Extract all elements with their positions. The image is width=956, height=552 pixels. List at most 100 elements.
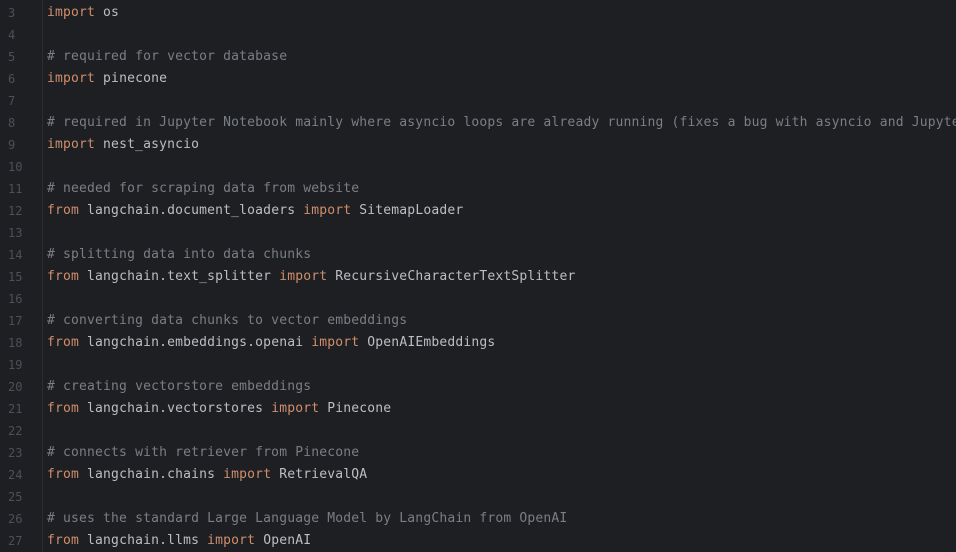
identifier-token: OpenAI <box>255 533 312 548</box>
comment-token: # connects with retriever from Pinecone <box>47 445 360 460</box>
line-code: from langchain.text_splitter import Recu… <box>47 266 575 288</box>
line-number: 22 <box>8 424 23 438</box>
line-number: 5 <box>8 50 16 64</box>
code-line[interactable]: 27 from langchain.llms import OpenAI <box>0 530 956 552</box>
keyword-token: import <box>47 71 96 86</box>
line-number: 25 <box>8 490 23 504</box>
line-code: # uses the standard Large Language Model… <box>47 508 567 530</box>
code-line[interactable]: 9 import nest_asyncio <box>0 134 956 156</box>
line-number: 21 <box>8 402 23 416</box>
identifier-token: SitemapLoader <box>351 203 464 218</box>
line-code: import nest_asyncio <box>47 134 199 156</box>
keyword-token: import <box>47 5 96 20</box>
line-number: 16 <box>8 292 23 306</box>
line-code: # splitting data into data chunks <box>47 244 311 266</box>
identifier-token: langchain.llms <box>79 533 208 548</box>
code-line[interactable]: 3 import os <box>0 2 956 24</box>
code-line[interactable]: 19 <box>0 354 956 376</box>
code-line[interactable]: 26 # uses the standard Large Language Mod… <box>0 508 956 530</box>
keyword-token: from <box>47 401 80 416</box>
line-number: 17 <box>8 314 23 328</box>
keyword-token: import <box>303 203 352 218</box>
line-number: 13 <box>8 226 23 240</box>
identifier-token: RetrievalQA <box>271 467 368 482</box>
line-number: 24 <box>8 468 23 482</box>
line-number: 19 <box>8 358 23 372</box>
keyword-token: from <box>47 203 80 218</box>
keyword-token: from <box>47 269 80 284</box>
line-number: 4 <box>8 28 16 42</box>
code-line[interactable]: 6 import pinecone <box>0 68 956 90</box>
code-line[interactable]: 18 from langchain.embeddings.openai impor… <box>0 332 956 354</box>
identifier-token: RecursiveCharacterTextSplitter <box>327 269 576 284</box>
code-line[interactable]: 13 <box>0 222 956 244</box>
identifier-token: os <box>95 5 120 20</box>
comment-token: # creating vectorstore embeddings <box>47 379 312 394</box>
keyword-token: import <box>279 269 328 284</box>
code-line[interactable]: 22 <box>0 420 956 442</box>
keyword-token: import <box>271 401 320 416</box>
keyword-token: from <box>47 533 80 548</box>
code-line[interactable]: 17 # converting data chunks to vector emb… <box>0 310 956 332</box>
line-code: # connects with retriever from Pinecone <box>47 442 359 464</box>
line-number: 23 <box>8 446 23 460</box>
code-line[interactable]: 8 # required in Jupyter Notebook mainly w… <box>0 112 956 134</box>
code-line[interactable]: 7 <box>0 90 956 112</box>
keyword-token: from <box>47 467 80 482</box>
line-code: # required for vector database <box>47 46 287 68</box>
keyword-token: import <box>311 335 360 350</box>
line-code: from langchain.llms import OpenAI <box>47 530 311 552</box>
line-code: import os <box>47 2 119 24</box>
code-line[interactable]: 23 # connects with retriever from Pinecon… <box>0 442 956 464</box>
code-line[interactable]: 24 from langchain.chains import Retrieval… <box>0 464 956 486</box>
keyword-token: import <box>223 467 272 482</box>
keyword-token: import <box>207 533 256 548</box>
line-number: 6 <box>8 72 16 86</box>
line-code: # converting data chunks to vector embed… <box>47 310 407 332</box>
identifier-token: Pinecone <box>319 401 392 416</box>
line-number: 8 <box>8 116 16 130</box>
identifier-token: langchain.embeddings.openai <box>79 335 312 350</box>
code-line[interactable]: 10 <box>0 156 956 178</box>
line-code: # creating vectorstore embeddings <box>47 376 311 398</box>
code-line[interactable]: 11 # needed for scraping data from websit… <box>0 178 956 200</box>
line-code: # needed for scraping data from website <box>47 178 359 200</box>
code-editor[interactable]: 3 import os 4 5 # required for vector databa… <box>0 0 956 552</box>
identifier-token: langchain.vectorstores <box>79 401 272 416</box>
code-line[interactable]: 14 # splitting data into data chunks <box>0 244 956 266</box>
keyword-token: from <box>47 335 80 350</box>
line-number: 12 <box>8 204 23 218</box>
code-line[interactable]: 5 # required for vector database <box>0 46 956 68</box>
line-number: 3 <box>8 6 16 20</box>
line-number: 26 <box>8 512 23 526</box>
line-code: import pinecone <box>47 68 167 90</box>
code-line[interactable]: 20 # creating vectorstore embeddings <box>0 376 956 398</box>
line-number: 7 <box>8 94 16 108</box>
identifier-token: nest_asyncio <box>95 137 200 152</box>
comment-token: # required for vector database <box>47 49 288 64</box>
identifier-token: langchain.chains <box>79 467 224 482</box>
identifier-token: OpenAIEmbeddings <box>359 335 496 350</box>
line-number: 11 <box>8 182 23 196</box>
comment-token: # splitting data into data chunks <box>47 247 312 262</box>
identifier-token: langchain.text_splitter <box>79 269 280 284</box>
keyword-token: import <box>47 137 96 152</box>
code-line[interactable]: 21 from langchain.vectorstores import Pin… <box>0 398 956 420</box>
code-line[interactable]: 12 from langchain.document_loaders import… <box>0 200 956 222</box>
code-line[interactable]: 4 <box>0 24 956 46</box>
line-number: 9 <box>8 138 16 152</box>
code-line[interactable]: 16 <box>0 288 956 310</box>
line-number: 27 <box>8 534 23 548</box>
line-code: # required in Jupyter Notebook mainly wh… <box>47 112 956 134</box>
line-code: from langchain.document_loaders import S… <box>47 200 463 222</box>
comment-token: # required in Jupyter Notebook mainly wh… <box>47 115 956 130</box>
line-code: from langchain.vectorstores import Pinec… <box>47 398 391 420</box>
comment-token: # converting data chunks to vector embed… <box>47 313 408 328</box>
comment-token: # uses the standard Large Language Model… <box>47 511 568 526</box>
code-line[interactable]: 15 from langchain.text_splitter import Re… <box>0 266 956 288</box>
line-number: 15 <box>8 270 23 284</box>
line-number: 14 <box>8 248 23 262</box>
code-line[interactable]: 25 <box>0 486 956 508</box>
identifier-token: langchain.document_loaders <box>79 203 304 218</box>
line-number: 18 <box>8 336 23 350</box>
